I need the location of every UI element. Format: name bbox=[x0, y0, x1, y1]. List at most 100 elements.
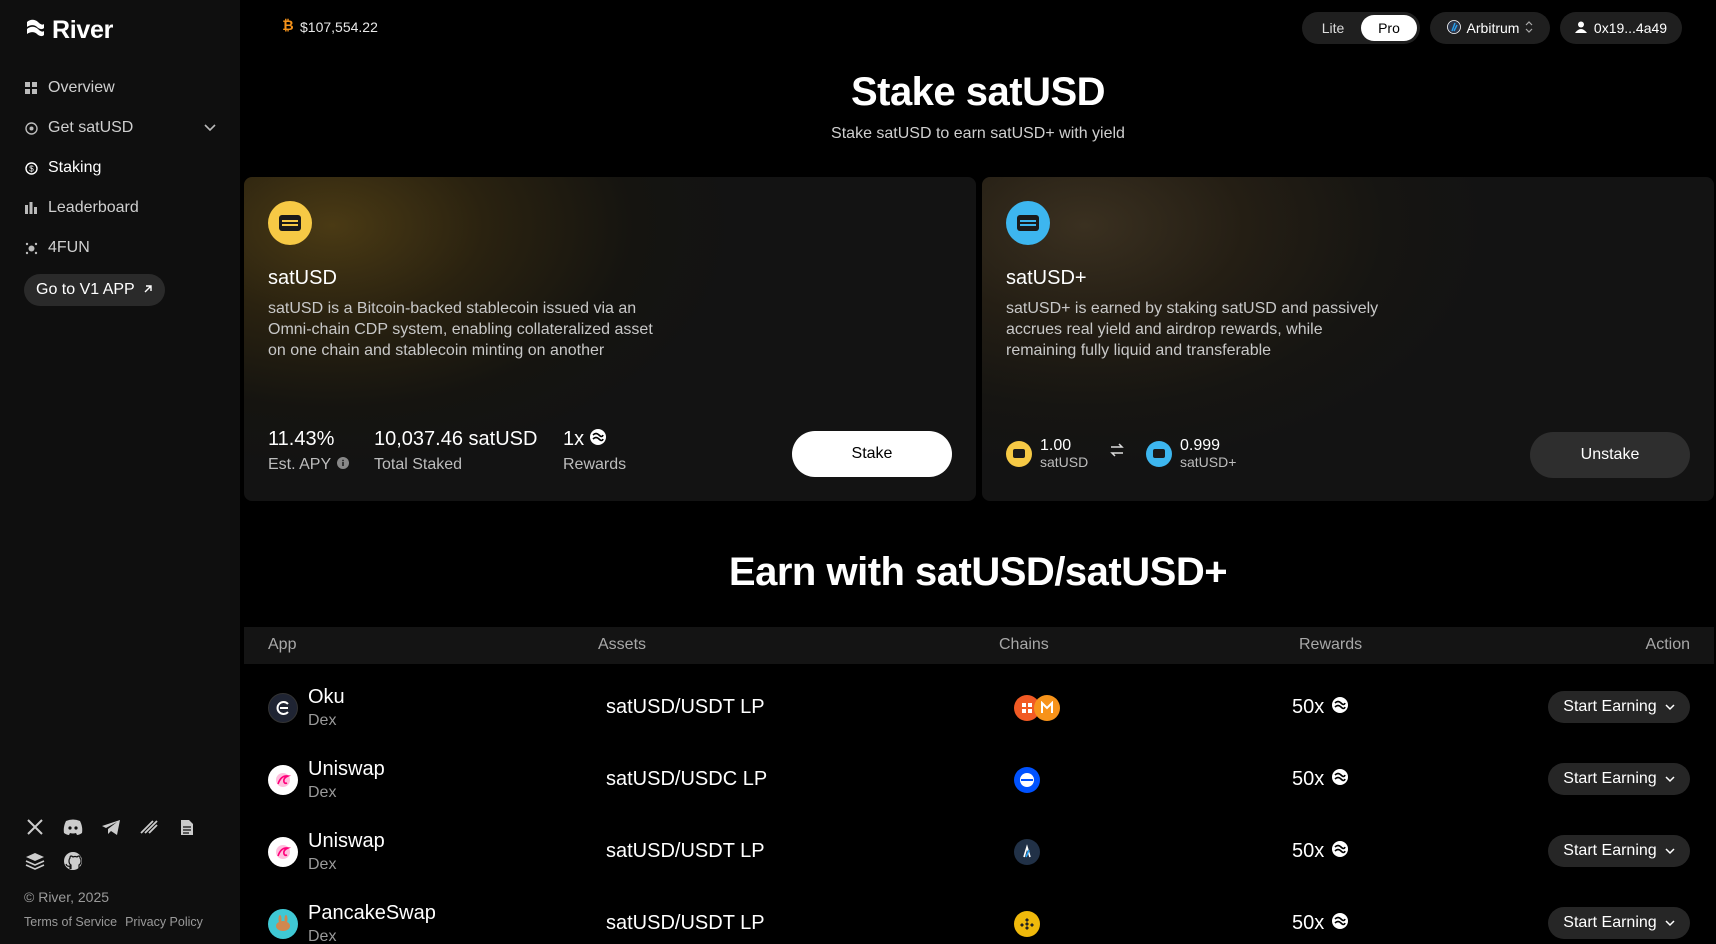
table-row: Uniswap Dex satUSD/USDT LP 50x Start Ear… bbox=[244, 816, 1714, 888]
sidebar-item-get-satusd[interactable]: Get satUSD bbox=[24, 108, 216, 148]
from-rate-label: satUSD bbox=[1040, 454, 1089, 470]
terms-link[interactable]: Terms of Service bbox=[24, 915, 117, 929]
layers-icon[interactable] bbox=[24, 850, 46, 872]
sidebar-item-label: Staking bbox=[48, 159, 102, 176]
reward-multiplier: 50x bbox=[1292, 912, 1349, 935]
x-twitter-icon[interactable] bbox=[24, 816, 46, 838]
sidebar-item-overview[interactable]: Overview bbox=[24, 68, 216, 108]
social-links bbox=[24, 816, 214, 872]
chain-list bbox=[1014, 767, 1040, 793]
svg-text:₿: ₿ bbox=[282, 18, 293, 32]
chevron-down-icon bbox=[1665, 842, 1675, 860]
satusdplus-mini-icon bbox=[1146, 440, 1172, 467]
column-header-app: App bbox=[268, 636, 297, 653]
column-header-action: Action bbox=[1645, 636, 1690, 653]
app-name[interactable]: Oku bbox=[308, 686, 345, 709]
user-icon bbox=[1574, 20, 1587, 36]
app-name[interactable]: Uniswap bbox=[308, 758, 385, 781]
reward-value: 50x bbox=[1292, 912, 1325, 934]
apy-value: 11.43% bbox=[268, 428, 335, 450]
river-points-icon bbox=[1332, 696, 1349, 719]
bnb-chain-icon bbox=[1014, 911, 1040, 937]
satusd-mini-icon bbox=[1006, 440, 1032, 467]
network-selector[interactable]: Arbitrum bbox=[1430, 12, 1550, 44]
app-name[interactable]: Uniswap bbox=[308, 830, 385, 853]
grid-icon bbox=[24, 81, 38, 95]
sidebar-nav: Overview Get satUSD $ Staking Leaderboar… bbox=[24, 68, 216, 268]
asset-pair: satUSD/USDT LP bbox=[606, 696, 765, 718]
chart-icon bbox=[24, 201, 38, 215]
card-description: satUSD is a Bitcoin-backed stablecoin is… bbox=[268, 300, 653, 359]
rewards-stat: 1x Rewards bbox=[563, 428, 626, 474]
reward-multiplier: 50x bbox=[1292, 768, 1349, 791]
uniswap-logo-icon bbox=[268, 765, 298, 795]
privacy-link[interactable]: Privacy Policy bbox=[125, 915, 203, 929]
uniswap-logo-icon bbox=[268, 837, 298, 867]
chevron-down-icon[interactable] bbox=[204, 119, 216, 137]
start-earning-button[interactable]: Start Earning bbox=[1548, 691, 1690, 723]
satusdplus-coin-icon bbox=[1006, 201, 1050, 245]
discord-icon[interactable] bbox=[62, 816, 84, 838]
unstake-button[interactable]: Unstake bbox=[1530, 432, 1690, 478]
sidebar: River Overview Get satUSD $ Staking Lead… bbox=[0, 0, 240, 944]
go-to-v1-button[interactable]: Go to V1 APP bbox=[24, 274, 165, 306]
mode-pro-button[interactable]: Pro bbox=[1361, 15, 1417, 41]
column-header-assets: Assets bbox=[598, 636, 647, 653]
app-name[interactable]: PancakeSwap bbox=[308, 902, 436, 925]
start-earning-button[interactable]: Start Earning bbox=[1548, 763, 1690, 795]
stake-button[interactable]: Stake bbox=[792, 431, 952, 477]
reward-value: 50x bbox=[1292, 696, 1325, 718]
satusd-card: satUSD satUSD is a Bitcoin-backed stable… bbox=[244, 177, 976, 501]
app-type: Dex bbox=[308, 712, 337, 729]
start-earning-button[interactable]: Start Earning bbox=[1548, 835, 1690, 867]
page-subtitle: Stake satUSD to earn satUSD+ with yield bbox=[831, 125, 1125, 142]
start-earning-button[interactable]: Start Earning bbox=[1548, 907, 1690, 939]
satusd-coin-icon bbox=[268, 201, 312, 245]
mirror-icon[interactable] bbox=[138, 816, 160, 838]
reward-multiplier: 50x bbox=[1292, 840, 1349, 863]
network-name: Arbitrum bbox=[1466, 20, 1520, 36]
action-label: Start Earning bbox=[1563, 914, 1657, 931]
brand-logo[interactable]: River bbox=[24, 16, 113, 45]
wallet-button[interactable]: 0x19...4a49 bbox=[1560, 12, 1682, 44]
sidebar-item-leaderboard[interactable]: Leaderboard bbox=[24, 188, 216, 228]
column-header-rewards: Rewards bbox=[1299, 636, 1363, 653]
sidebar-item-label: Get satUSD bbox=[48, 119, 134, 136]
rewards-label: Rewards bbox=[563, 456, 627, 473]
chevron-down-icon bbox=[1665, 770, 1675, 788]
arbitrum-chain-icon bbox=[1014, 839, 1040, 865]
to-rate-value: 0.999 bbox=[1180, 437, 1221, 454]
splash-icon bbox=[24, 241, 38, 255]
chevron-down-icon bbox=[1665, 698, 1675, 716]
updown-chevron-icon bbox=[1525, 20, 1533, 36]
total-staked-stat: 10,037.46 satUSD Total Staked bbox=[374, 428, 537, 474]
table-row: PancakeSwap Dex satUSD/USDT LP 50x Start… bbox=[244, 888, 1714, 944]
mode-lite-button[interactable]: Lite bbox=[1305, 15, 1361, 41]
chevron-down-icon bbox=[1665, 914, 1675, 932]
pancakeswap-logo-icon bbox=[268, 909, 298, 939]
app-type: Dex bbox=[308, 784, 337, 801]
asset-pair: satUSD/USDT LP bbox=[606, 912, 765, 934]
card-description: satUSD+ is earned by staking satUSD and … bbox=[1006, 300, 1379, 359]
sidebar-item-4fun[interactable]: 4FUN bbox=[24, 228, 216, 268]
from-rate-value: 1.00 bbox=[1040, 437, 1072, 454]
sidebar-item-label: Leaderboard bbox=[48, 199, 139, 216]
river-points-icon bbox=[590, 428, 607, 451]
telegram-icon[interactable] bbox=[100, 816, 122, 838]
github-icon[interactable] bbox=[62, 850, 84, 872]
action-label: Start Earning bbox=[1563, 842, 1657, 859]
sidebar-item-staking[interactable]: $ Staking bbox=[24, 148, 216, 188]
docs-icon[interactable] bbox=[176, 816, 198, 838]
chain-list bbox=[1014, 839, 1040, 865]
legal-links: Terms of Service Privacy Policy bbox=[24, 915, 203, 929]
chain-list bbox=[1014, 695, 1060, 721]
btc-price-value: $107,554.22 bbox=[300, 18, 378, 35]
info-icon[interactable] bbox=[337, 456, 350, 474]
apy-stat: 11.43% Est. APY bbox=[268, 428, 350, 474]
svg-text:$: $ bbox=[29, 164, 34, 173]
action-label: Start Earning bbox=[1563, 698, 1657, 715]
earn-table-header: App Assets Chains Rewards Action bbox=[244, 627, 1714, 664]
to-rate-label: satUSD+ bbox=[1180, 454, 1237, 470]
dollar-icon: $ bbox=[24, 161, 38, 175]
river-points-icon bbox=[1332, 912, 1349, 935]
